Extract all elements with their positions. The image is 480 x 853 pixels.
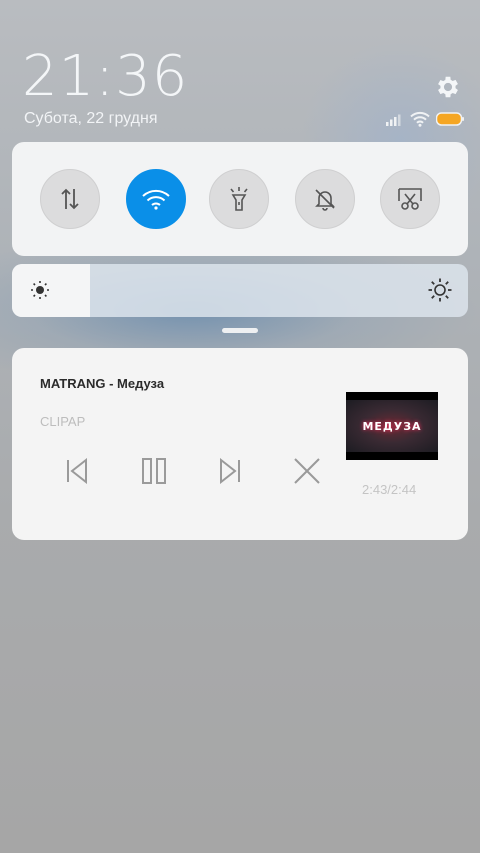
close-icon (294, 458, 320, 484)
status-bar-icons (386, 110, 464, 128)
brightness-fill (12, 264, 90, 317)
clock: 21:36 (22, 44, 189, 109)
scissors-icon (398, 188, 422, 210)
battery-icon (436, 112, 464, 126)
wifi-toggle[interactable] (126, 169, 186, 229)
close-button[interactable] (290, 454, 324, 488)
previous-icon (67, 458, 87, 484)
wifi-icon (410, 111, 430, 127)
gear-icon[interactable] (434, 73, 462, 101)
track-title: MATRANG - Медуза (40, 376, 165, 391)
media-notification[interactable]: MATRANG - Медуза CLIPAP МЕДУЗА 2:43/2:44 (12, 348, 468, 540)
silent-toggle[interactable] (295, 169, 355, 229)
playback-time: 2:43/2:44 (362, 482, 417, 497)
brightness-slider[interactable] (12, 264, 468, 317)
brightness-low-icon (31, 281, 49, 299)
pause-icon (142, 458, 166, 484)
track-artist: CLIPAP (40, 414, 86, 429)
brightness-high-icon (428, 278, 452, 302)
media-controls (60, 454, 320, 488)
flashlight-toggle[interactable] (209, 169, 269, 229)
data-arrows-icon (61, 188, 79, 210)
next-icon (220, 458, 240, 484)
album-thumbnail: МЕДУЗА (346, 392, 438, 460)
bell-off-icon (315, 189, 335, 211)
screenshot-toggle[interactable] (380, 169, 440, 229)
drag-handle[interactable] (222, 328, 258, 333)
signal-icon (386, 114, 401, 126)
flashlight-icon (230, 187, 248, 211)
quick-settings-panel (12, 142, 468, 256)
next-button[interactable] (213, 454, 247, 488)
thumbnail-image: МЕДУЗА (346, 400, 438, 452)
mobile-data-toggle[interactable] (40, 169, 100, 229)
pause-button[interactable] (137, 454, 171, 488)
previous-button[interactable] (60, 454, 94, 488)
date-label: Субота, 22 грудня (24, 110, 158, 127)
wifi-icon (142, 189, 170, 210)
